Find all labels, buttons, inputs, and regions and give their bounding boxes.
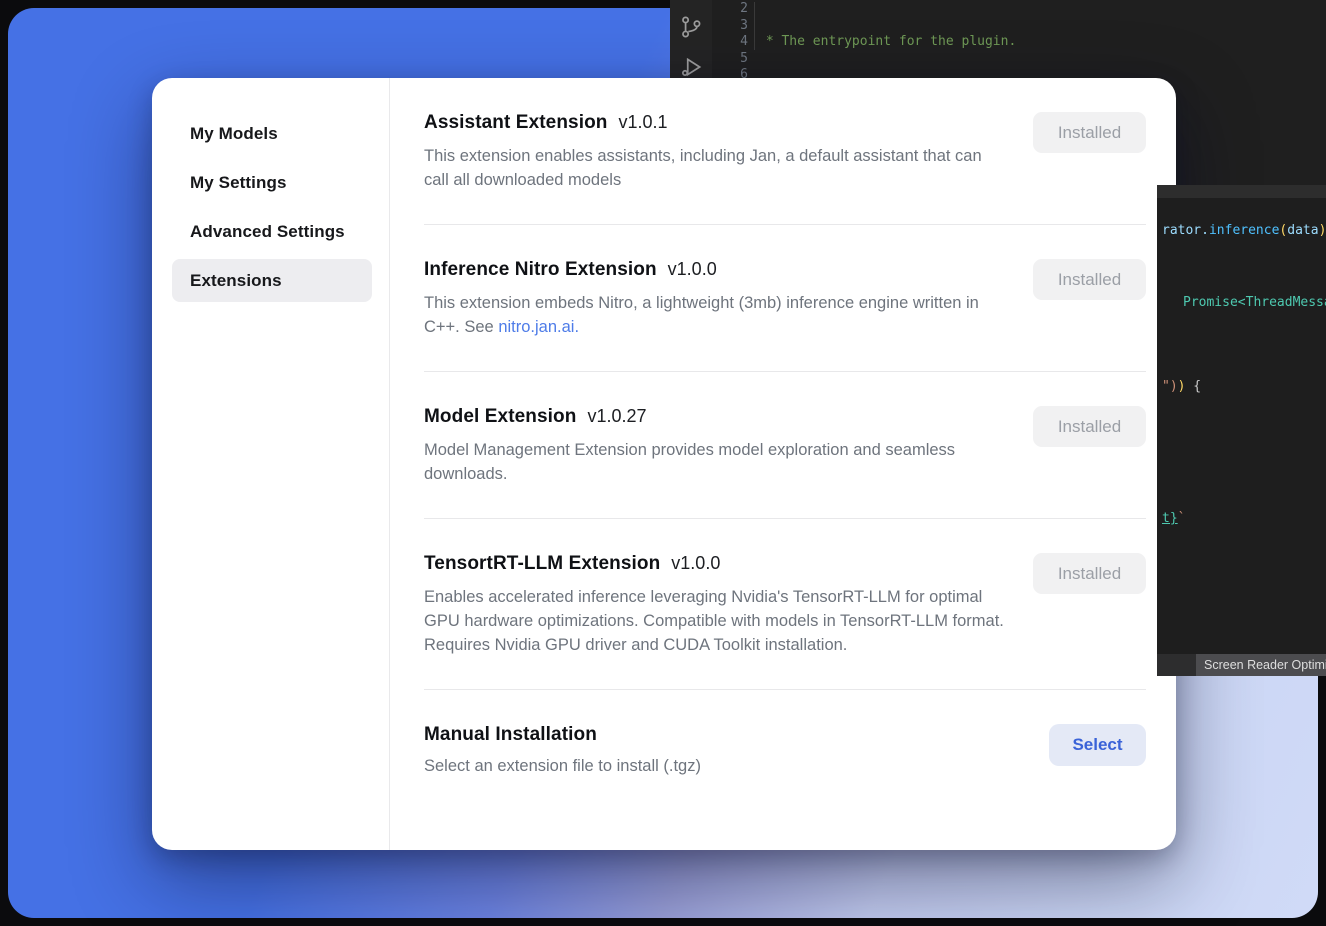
line-number: 3: [712, 18, 748, 35]
extension-version: v1.0.0: [671, 553, 720, 574]
divider: [424, 371, 1146, 372]
manual-installation-description: Select an extension file to install (.tg…: [424, 754, 1006, 778]
vscode-status-bar-right: Screen Reader Optimized: [1157, 654, 1326, 676]
installed-button: Installed: [1033, 406, 1146, 447]
line-number-gutter: 2 3 4 5 6: [712, 1, 748, 84]
sidebar-item-extensions[interactable]: Extensions: [172, 259, 372, 302]
extension-entry: Inference Nitro Extension v1.0.0 This ex…: [424, 259, 1146, 339]
extension-entry: Assistant Extension v1.0.1 This extensio…: [424, 112, 1146, 192]
code-fragment: ")) {: [1162, 379, 1201, 394]
screen-reader-status-item[interactable]: Screen Reader Optimized: [1196, 654, 1326, 676]
installed-button: Installed: [1033, 259, 1146, 300]
extension-description: Enables accelerated inference leveraging…: [424, 585, 1006, 657]
extension-title: Inference Nitro Extension: [424, 259, 657, 281]
line-number: 5: [712, 51, 748, 68]
sidebar-item-my-settings[interactable]: My Settings: [172, 161, 372, 204]
extension-description: This extension enables assistants, inclu…: [424, 144, 1006, 192]
code-fragment: rator.inference(data));: [1162, 223, 1326, 238]
divider: [424, 689, 1146, 690]
nitro-jan-ai-link[interactable]: nitro.jan.ai.: [498, 318, 579, 336]
run-debug-icon[interactable]: [678, 54, 704, 80]
extension-version: v1.0.0: [668, 259, 717, 280]
divider: [424, 224, 1146, 225]
installed-button: Installed: [1033, 553, 1146, 594]
extension-title: TensortRT-LLM Extension: [424, 553, 660, 575]
extension-title: Model Extension: [424, 406, 576, 428]
extension-version: v1.0.27: [587, 406, 646, 427]
extension-description: Model Management Extension provides mode…: [424, 438, 1006, 486]
select-file-button[interactable]: Select: [1049, 724, 1146, 766]
settings-modal: My Models My Settings Advanced Settings …: [152, 78, 1176, 850]
sidebar-item-advanced-settings[interactable]: Advanced Settings: [172, 210, 372, 253]
extension-entry: Model Extension v1.0.27 Model Management…: [424, 406, 1146, 486]
indent-guide: [754, 2, 755, 50]
line-number: 2: [712, 1, 748, 18]
screenshot-stage: 2 3 4 5 6 * The entrypoint for the plugi…: [0, 0, 1326, 926]
source-control-icon[interactable]: [678, 14, 704, 40]
extensions-panel: Assistant Extension v1.0.1 This extensio…: [390, 78, 1176, 850]
editor-section-strip: [1157, 185, 1326, 198]
line-number: 4: [712, 34, 748, 51]
extension-version: v1.0.1: [619, 112, 668, 133]
extension-description: This extension embeds Nitro, a lightweig…: [424, 291, 1006, 339]
code-fragment: t}`: [1162, 511, 1185, 526]
settings-sidebar: My Models My Settings Advanced Settings …: [152, 78, 390, 850]
divider: [424, 518, 1146, 519]
code-line: * The entrypoint for the plugin.: [758, 34, 1326, 51]
manual-installation-title: Manual Installation: [424, 724, 597, 746]
code-fragment: Promise<ThreadMessage>: [1183, 295, 1326, 310]
vscode-right-pane: rator.inference(data)); Promise<ThreadMe…: [1157, 185, 1326, 676]
extension-title: Assistant Extension: [424, 112, 608, 134]
manual-installation-section: Manual Installation Select an extension …: [424, 724, 1146, 778]
installed-button: Installed: [1033, 112, 1146, 153]
sidebar-item-my-models[interactable]: My Models: [172, 112, 372, 155]
extension-entry: TensortRT-LLM Extension v1.0.0 Enables a…: [424, 553, 1146, 657]
